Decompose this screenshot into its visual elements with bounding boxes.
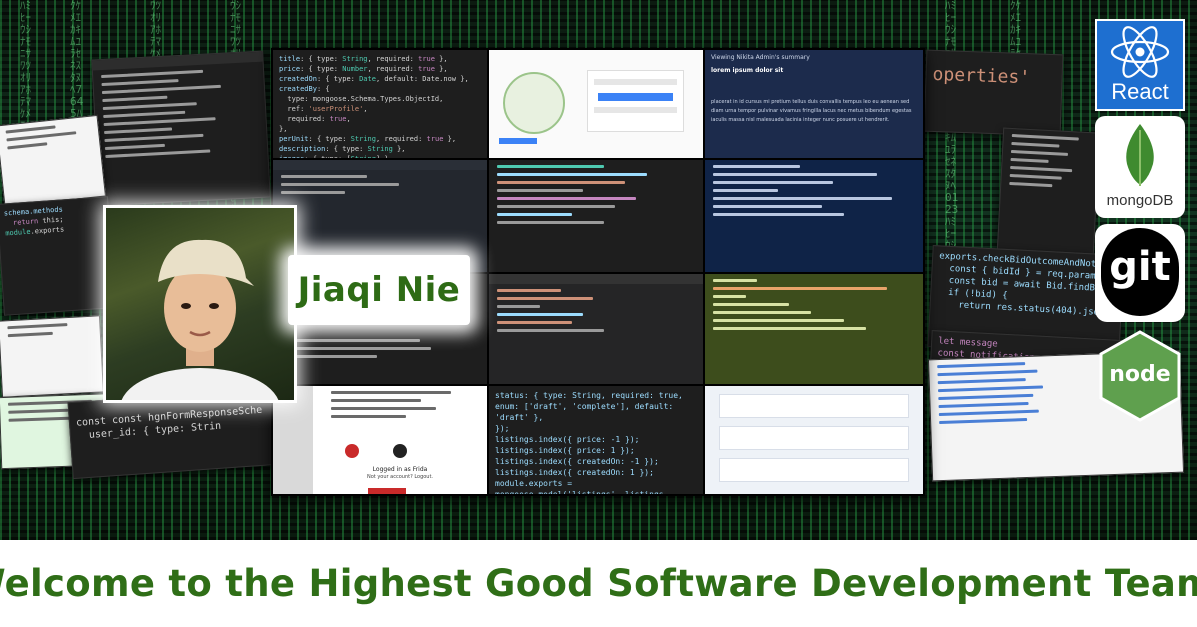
- react-label: React: [1111, 79, 1169, 104]
- grid-cell-code: title: { type: String, required: true },…: [273, 50, 487, 158]
- summary-body: placerat in id cursus mi pretium tellus …: [711, 99, 912, 123]
- grid-cell-olive-code: [705, 274, 923, 384]
- git-logo: git: [1095, 224, 1185, 322]
- blue-button: [499, 138, 537, 144]
- profile-photo: [106, 208, 294, 400]
- logo-icon: [503, 72, 565, 134]
- grid-cell-login: Logged in as Frida Not your account? Log…: [273, 386, 487, 494]
- vscode-screenshot: [91, 50, 271, 207]
- login-switch: Not your account? Logout.: [366, 474, 434, 480]
- node-label: node: [1109, 362, 1171, 387]
- mongodb-logo: mongoDB: [1095, 116, 1185, 218]
- person-avatar-icon: [121, 239, 279, 400]
- app-icon: [345, 444, 359, 458]
- login-status: Logged in as Frida: [372, 466, 428, 473]
- grid-cell-app-screen: [489, 50, 703, 158]
- nodejs-logo: node: [1095, 328, 1185, 424]
- grid-cell-editor: [489, 160, 703, 272]
- listing-code: status: { type: String, required: true, …: [495, 391, 683, 494]
- hgn-user-code: user_id: { type: Strin: [88, 420, 222, 441]
- collage-background: ﾊﾐﾋｰｳｼﾅﾓﾆｻﾜﾂｵﾘｱﾎﾃﾏｹﾒｴｶｷﾑﾕﾗｾﾈｽﾀﾇﾍ0123ﾊﾐﾋｰ…: [0, 0, 1197, 540]
- code-screenshot: operties': [923, 49, 1064, 137]
- mongodb-icon: [1126, 124, 1154, 186]
- code-screenshot: const const hgnFormResponseSche user_id:…: [67, 387, 280, 480]
- code-screenshot: schema.methods return this; module.expor…: [0, 196, 116, 316]
- login-button: [368, 488, 406, 494]
- grid-cell-listing-code: status: { type: String, required: true, …: [489, 386, 703, 494]
- mongodb-label: mongoDB: [1106, 192, 1174, 209]
- user-icon: [393, 444, 407, 458]
- welcome-banner: Welcome to the Highest Good Software Dev…: [0, 540, 1197, 627]
- properties-code: operties': [932, 63, 1031, 89]
- login-card: [587, 70, 684, 132]
- code-screenshot: [996, 127, 1101, 255]
- grid-cell-form: [705, 386, 923, 494]
- name-plate: Jiaqi Nie: [288, 255, 470, 325]
- grid-cell-api-tool: [489, 274, 703, 384]
- react-logo: React: [1095, 19, 1185, 111]
- grid-cell-terminal: [705, 160, 923, 272]
- react-icon: [1110, 26, 1170, 78]
- ui-screenshot: [0, 315, 104, 398]
- summary-title: lorem ipsum dolor sit: [711, 67, 784, 74]
- grid-cell-summary: Viewing Nikita Admin's summary lorem ips…: [705, 50, 923, 158]
- summary-header: Viewing Nikita Admin's summary: [711, 54, 810, 61]
- ui-screenshot: [0, 114, 107, 208]
- profile-name: Jiaqi Nie: [297, 270, 461, 310]
- git-label: git: [1109, 244, 1171, 290]
- welcome-text: Welcome to the Highest Good Software Dev…: [0, 562, 1197, 605]
